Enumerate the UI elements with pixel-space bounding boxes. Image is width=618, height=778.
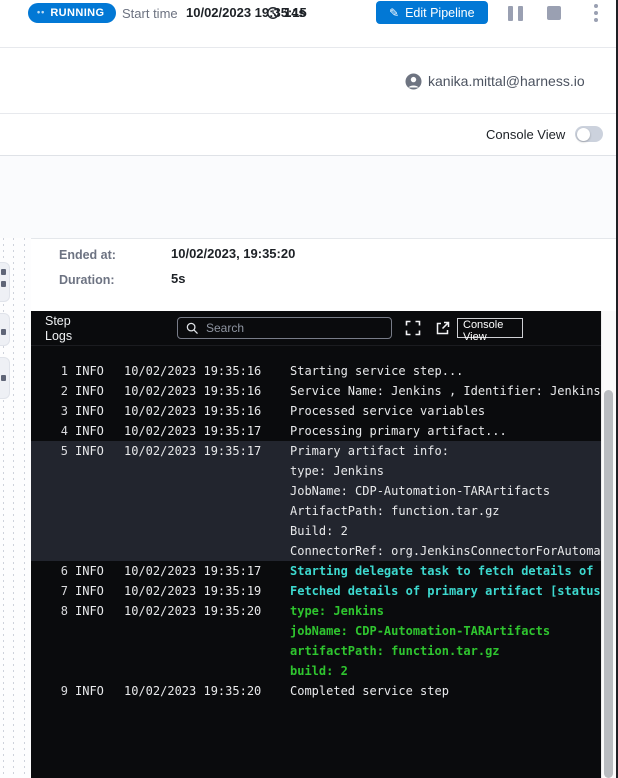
elapsed-time: 14s (284, 5, 306, 20)
duration-value: 5s (171, 271, 185, 286)
ended-at-value: 10/02/2023, 19:35:20 (171, 246, 295, 261)
kebab-menu-button[interactable] (593, 4, 598, 24)
log-search-input[interactable] (204, 320, 383, 336)
log-line: type: Jenkins (31, 461, 601, 481)
log-line: 9INFO10/02/2023 19:35:20Completed servic… (31, 681, 601, 701)
stage-card-fragment[interactable] (0, 313, 10, 346)
user-email: kanika.mittal@harness.io (428, 73, 585, 89)
console-view-button[interactable]: Console View (457, 318, 523, 338)
log-list: 1INFO10/02/2023 19:35:16Starting service… (31, 351, 601, 701)
log-line: 2INFO10/02/2023 19:35:16Service Name: Je… (31, 381, 601, 401)
search-icon (186, 322, 198, 334)
log-line: 8INFO10/02/2023 19:35:20type: Jenkins (31, 601, 601, 621)
duration-label: Duration: (59, 273, 115, 287)
log-line: 5INFO10/02/2023 19:35:17Primary artifact… (31, 441, 601, 461)
edit-pipeline-label: Edit Pipeline (405, 6, 475, 20)
stage-card-fragment[interactable] (0, 262, 10, 302)
console-view-row: Console View (0, 114, 616, 156)
stop-button[interactable] (547, 6, 561, 20)
pencil-icon: ✎ (389, 6, 399, 20)
log-line: 1INFO10/02/2023 19:35:16Starting service… (31, 361, 601, 381)
log-line: jobName: CDP-Automation-TARArtifacts (31, 621, 601, 641)
console-view-label: Console View (486, 127, 565, 142)
fullscreen-icon[interactable] (405, 320, 421, 336)
status-badge-label: RUNNING (50, 7, 104, 19)
log-line: 7INFO10/02/2023 19:35:19Fetched details … (31, 581, 601, 601)
running-dots-icon: •• (37, 7, 45, 17)
stage-card-fragment[interactable] (0, 357, 10, 399)
log-line: 6INFO10/02/2023 19:35:17Starting delegat… (31, 561, 601, 581)
scrollbar-track[interactable] (601, 311, 617, 778)
pipeline-graph-zone (0, 156, 616, 238)
log-line: artifactPath: function.tar.gz (31, 641, 601, 661)
log-line: ConnectorRef: org.JenkinsConnectorForAut… (31, 541, 601, 561)
log-line: Build: 2 (31, 521, 601, 541)
toggle-knob (577, 128, 590, 141)
console-view-toggle[interactable] (575, 126, 603, 142)
clock-icon (266, 6, 280, 20)
step-details-panel: Ended at: 10/02/2023, 19:35:20 Duration:… (31, 238, 616, 312)
user-avatar-icon (405, 73, 422, 90)
ended-at-label: Ended at: (59, 248, 116, 262)
start-time-label: Start time (122, 6, 178, 21)
account-row[interactable]: kanika.mittal@harness.io (0, 48, 616, 114)
log-line: JobName: CDP-Automation-TARArtifacts (31, 481, 601, 501)
log-line: 3INFO10/02/2023 19:35:16Processed servic… (31, 401, 601, 421)
log-line: build: 2 (31, 661, 601, 681)
scrollbar-thumb[interactable] (604, 390, 613, 778)
pipeline-graph-strip (0, 238, 32, 778)
open-in-new-icon[interactable] (435, 321, 450, 336)
step-logs-console: Step Logs Console View 1INFO10/02/2023 1… (31, 311, 601, 778)
log-line: ArtifactPath: function.tar.gz (31, 501, 601, 521)
console-title: Step Logs (45, 314, 89, 344)
status-badge: •• RUNNING (28, 3, 116, 23)
top-bar: •• RUNNING Start time 10/02/2023 19:35:1… (0, 0, 616, 48)
log-line: 4INFO10/02/2023 19:35:17Processing prima… (31, 421, 601, 441)
console-header: Step Logs Console View (31, 311, 601, 346)
pause-button[interactable] (508, 6, 523, 21)
edit-pipeline-button[interactable]: ✎ Edit Pipeline (376, 1, 488, 24)
log-search-box[interactable] (177, 317, 392, 339)
